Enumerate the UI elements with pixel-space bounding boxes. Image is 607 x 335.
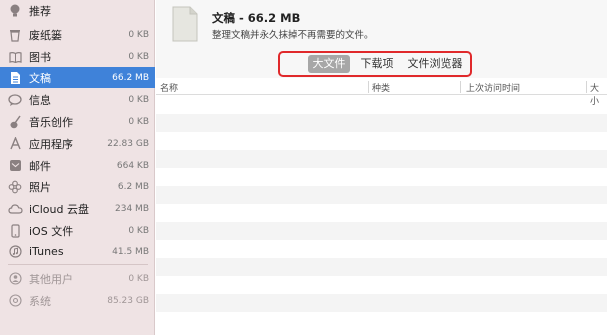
table-header: 名称 种类 上次访问时间 大小 bbox=[156, 79, 607, 107]
sidebar-item-label: 文稿 bbox=[29, 71, 51, 85]
sidebar-item-mail[interactable]: 邮件 664 KB bbox=[0, 155, 155, 176]
sidebar-item-size: 66.2 MB bbox=[112, 72, 149, 83]
sidebar-item-label: 系统 bbox=[29, 294, 51, 308]
sidebar-item-size: 0 KB bbox=[128, 51, 149, 62]
sidebar-item-label: 应用程序 bbox=[29, 137, 73, 151]
table-row bbox=[156, 240, 607, 258]
sidebar-item-size: 664 KB bbox=[116, 160, 149, 171]
sidebar-item-size: 6.2 MB bbox=[117, 181, 149, 192]
column-header-name[interactable]: 名称 bbox=[160, 81, 178, 94]
sidebar-item-label: 音乐创作 bbox=[29, 115, 73, 129]
sidebar-item-books[interactable]: 图书 0 KB bbox=[0, 46, 155, 67]
sidebar-item-system[interactable]: 系统 85.23 GB bbox=[0, 290, 155, 311]
sidebar-item-other-users[interactable]: 其他用户 0 KB bbox=[0, 268, 155, 289]
sidebar-item-ios-files[interactable]: iOS 文件 0 KB bbox=[0, 220, 155, 241]
chat-bubble-icon bbox=[6, 92, 24, 108]
sidebar-item-label: 图书 bbox=[29, 50, 51, 64]
mail-icon bbox=[6, 158, 24, 174]
file-table: 名称 种类 上次访问时间 大小 bbox=[156, 79, 607, 335]
page-subtitle: 整理文稿并永久抹掉不再需要的文件。 bbox=[212, 30, 374, 41]
table-row bbox=[156, 312, 607, 330]
sidebar-item-recommend[interactable]: 推荐 bbox=[0, 0, 155, 21]
trash-icon bbox=[6, 27, 24, 43]
sidebar-item-size: 0 KB bbox=[128, 29, 149, 40]
column-separator bbox=[586, 81, 587, 93]
lightbulb-icon bbox=[6, 3, 24, 19]
table-row bbox=[156, 150, 607, 168]
table-row bbox=[156, 114, 607, 132]
users-icon bbox=[6, 271, 24, 287]
table-row bbox=[156, 258, 607, 276]
sidebar-item-label: 废纸篓 bbox=[29, 28, 62, 42]
sidebar-item-label: iCloud 云盘 bbox=[29, 202, 89, 216]
flower-icon bbox=[6, 179, 24, 195]
table-row bbox=[156, 204, 607, 222]
gear-icon bbox=[6, 293, 24, 309]
sidebar-item-photos[interactable]: 照片 6.2 MB bbox=[0, 176, 155, 197]
sidebar-item-itunes[interactable]: iTunes 41.5 MB bbox=[0, 241, 155, 262]
table-row bbox=[156, 96, 607, 114]
book-icon bbox=[6, 49, 24, 65]
sidebar-item-trash[interactable]: 废纸篓 0 KB bbox=[0, 24, 155, 45]
table-row bbox=[156, 168, 607, 186]
sidebar-item-label: iOS 文件 bbox=[29, 224, 74, 238]
sidebar-item-size: 234 MB bbox=[115, 203, 149, 214]
sidebar-divider bbox=[8, 264, 148, 265]
column-separator bbox=[460, 81, 461, 93]
sidebar-item-size: 0 KB bbox=[128, 94, 149, 105]
content-header: 文稿 - 66.2 MB 整理文稿并永久抹掉不再需要的文件。 大文件 下载项 文… bbox=[156, 0, 607, 78]
tab-large-files[interactable]: 大文件 bbox=[308, 55, 350, 73]
apps-icon bbox=[6, 136, 24, 152]
sidebar-item-label: 照片 bbox=[29, 180, 51, 194]
tab-file-browser[interactable]: 文件浏览器 bbox=[405, 55, 465, 73]
sidebar: 推荐 废纸篓 0 KB 图书 0 KB 文稿 66.2 MB 信息 0 KB 音… bbox=[0, 0, 155, 335]
table-row bbox=[156, 222, 607, 240]
table-row bbox=[156, 276, 607, 294]
sidebar-item-size: 41.5 MB bbox=[112, 246, 149, 257]
column-separator bbox=[368, 81, 369, 93]
sidebar-item-size: 85.23 GB bbox=[107, 295, 149, 306]
sidebar-item-label: 邮件 bbox=[29, 159, 51, 173]
document-icon bbox=[172, 6, 198, 42]
sidebar-item-label: 推荐 bbox=[29, 4, 51, 18]
sidebar-item-size: 0 KB bbox=[128, 273, 149, 284]
page-title: 文稿 - 66.2 MB bbox=[212, 11, 301, 25]
table-row bbox=[156, 186, 607, 204]
sidebar-item-size: 22.83 GB bbox=[107, 138, 149, 149]
sidebar-item-label: 信息 bbox=[29, 93, 51, 107]
table-row bbox=[156, 294, 607, 312]
sidebar-item-messages[interactable]: 信息 0 KB bbox=[0, 89, 155, 110]
sidebar-item-documents[interactable]: 文稿 66.2 MB bbox=[0, 67, 155, 88]
sidebar-item-label: iTunes bbox=[29, 245, 64, 258]
column-header-kind[interactable]: 种类 bbox=[372, 81, 390, 94]
sidebar-item-size: 0 KB bbox=[128, 116, 149, 127]
guitar-icon bbox=[6, 114, 24, 130]
sidebar-item-size: 0 KB bbox=[128, 225, 149, 236]
column-header-last-accessed[interactable]: 上次访问时间 bbox=[466, 81, 520, 94]
cloud-icon bbox=[6, 201, 24, 217]
phone-icon bbox=[6, 223, 24, 239]
sidebar-item-applications[interactable]: 应用程序 22.83 GB bbox=[0, 133, 155, 154]
sidebar-item-music-creation[interactable]: 音乐创作 0 KB bbox=[0, 111, 155, 132]
music-note-icon bbox=[6, 244, 24, 260]
document-icon bbox=[6, 70, 24, 86]
sidebar-item-icloud[interactable]: iCloud 云盘 234 MB bbox=[0, 198, 155, 219]
tab-downloads[interactable]: 下载项 bbox=[357, 55, 397, 73]
sidebar-item-label: 其他用户 bbox=[29, 272, 73, 286]
table-row bbox=[156, 132, 607, 150]
